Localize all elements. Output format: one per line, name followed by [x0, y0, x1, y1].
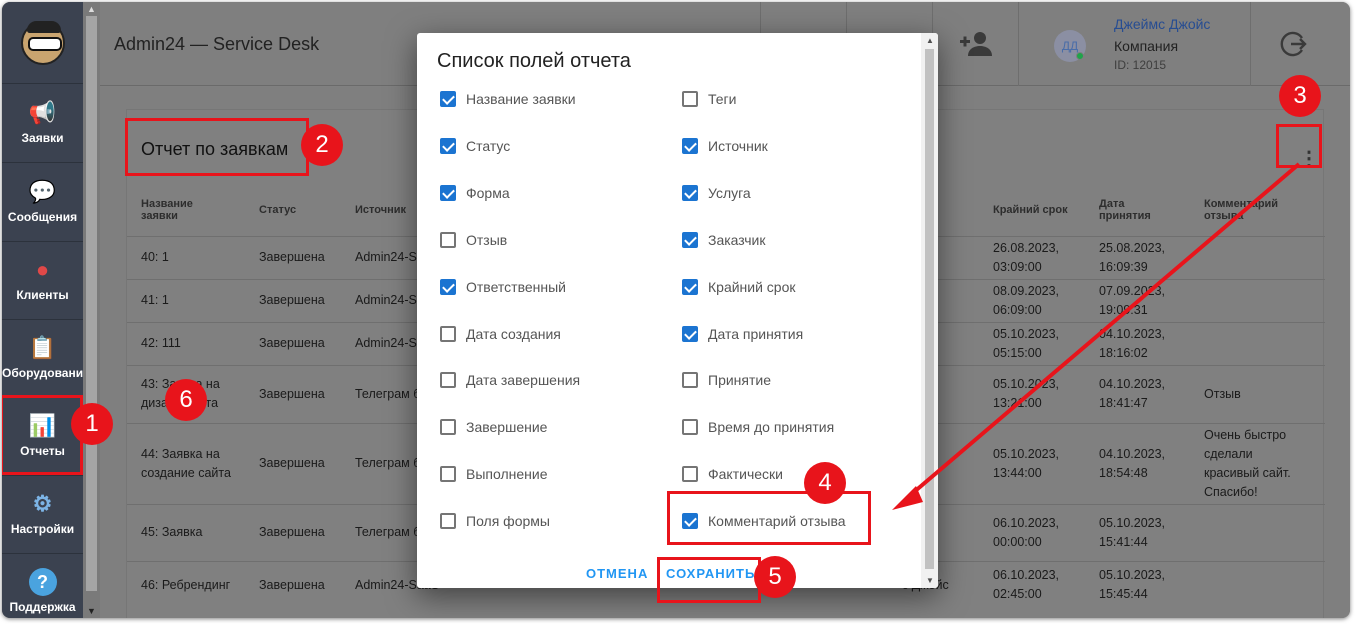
- step-badge: 6: [165, 379, 207, 421]
- step-badge: 5: [754, 556, 796, 598]
- annotation-arrow: [892, 162, 1301, 510]
- step-badge: 2: [301, 124, 343, 166]
- app-window: 📢 Заявки 💬 Сообщения ● Клиенты 📋 Оборудо…: [2, 2, 1350, 618]
- step-badge: 4: [804, 462, 846, 504]
- step-badge: 3: [1279, 75, 1321, 117]
- step-badge: 1: [71, 403, 113, 445]
